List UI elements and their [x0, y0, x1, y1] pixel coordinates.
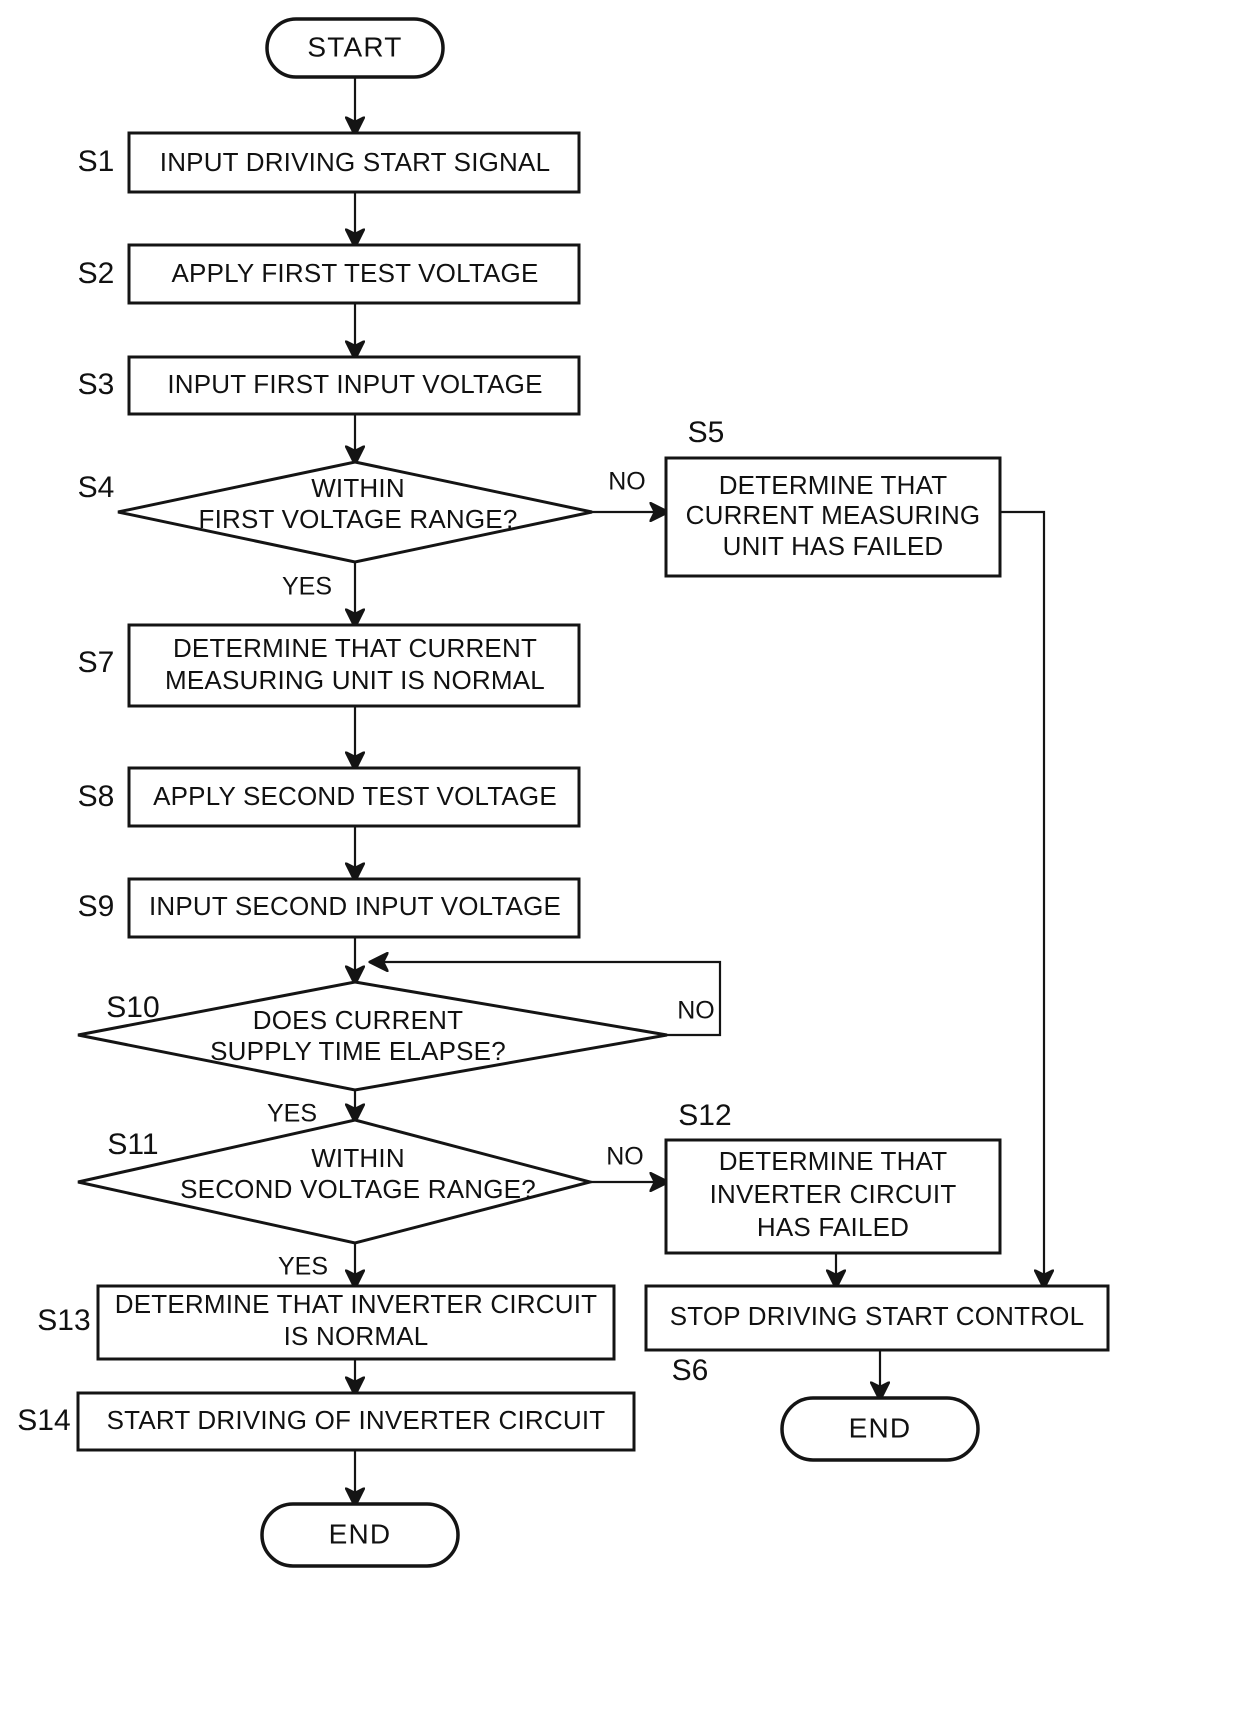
node-s13-label-line2: IS NORMAL [284, 1321, 429, 1351]
node-s4-label-line2: FIRST VOLTAGE RANGE? [199, 504, 518, 534]
edge-label-s11-no: NO [606, 1143, 644, 1171]
flowchart-canvas: START INPUT DRIVING START SIGNAL APPLY F… [17, 17, 1110, 1568]
step-label-s9: S9 [78, 890, 115, 923]
node-s5-label-line1: DETERMINE THAT [719, 470, 948, 500]
node-s9-label: INPUT SECOND INPUT VOLTAGE [149, 891, 561, 921]
step-label-s12: S12 [678, 1099, 731, 1132]
node-s11-label-line2: SECOND VOLTAGE RANGE? [180, 1174, 536, 1204]
node-s12-label-line3: HAS FAILED [757, 1212, 909, 1242]
node-s4-label-line1: WITHIN [311, 473, 405, 503]
step-label-s11: S11 [107, 1128, 158, 1161]
node-start-label: START [307, 31, 402, 62]
node-end-left-label: END [329, 1518, 392, 1549]
step-label-s13: S13 [37, 1304, 90, 1337]
node-s10-label-line1: DOES CURRENT [253, 1005, 463, 1035]
step-label-s4: S4 [78, 471, 115, 504]
edge-label-s4-no: NO [608, 468, 646, 496]
edge-label-s4-yes: YES [282, 573, 332, 601]
step-label-s7: S7 [78, 646, 115, 679]
step-label-s2: S2 [78, 257, 115, 290]
node-s7-label-line1: DETERMINE THAT CURRENT [173, 633, 537, 663]
step-label-s14: S14 [17, 1404, 70, 1437]
edge-s5-to-s6-rail [1000, 510, 1044, 1286]
node-s12-label-line1: DETERMINE THAT [719, 1146, 948, 1176]
node-s14-label: START DRIVING OF INVERTER CIRCUIT [107, 1405, 606, 1435]
node-s13-label-line1: DETERMINE THAT INVERTER CIRCUIT [115, 1289, 597, 1319]
node-end-right-label: END [849, 1412, 912, 1443]
node-s11-label-line1: WITHIN [311, 1143, 405, 1173]
node-s7-label-line2: MEASURING UNIT IS NORMAL [165, 665, 545, 695]
node-s2-label: APPLY FIRST TEST VOLTAGE [172, 258, 539, 288]
step-label-s1: S1 [78, 145, 115, 178]
node-s3-label: INPUT FIRST INPUT VOLTAGE [167, 369, 542, 399]
step-label-s3: S3 [78, 368, 115, 401]
node-s5-label-line3: UNIT HAS FAILED [723, 531, 944, 561]
step-label-s5: S5 [688, 416, 725, 449]
edge-label-s10-yes: YES [267, 1100, 317, 1128]
edge-label-s10-no: NO [677, 997, 715, 1025]
node-s5-label-line2: CURRENT MEASURING [686, 500, 981, 530]
node-s12-label-line2: INVERTER CIRCUIT [710, 1179, 957, 1209]
node-s10-label-line2: SUPPLY TIME ELAPSE? [210, 1036, 506, 1066]
step-label-s10: S10 [106, 991, 159, 1024]
node-s1-label: INPUT DRIVING START SIGNAL [160, 147, 550, 177]
node-s8-label: APPLY SECOND TEST VOLTAGE [153, 781, 557, 811]
flowchart-page: START INPUT DRIVING START SIGNAL APPLY F… [0, 0, 1240, 1719]
node-s6-label: STOP DRIVING START CONTROL [670, 1301, 1085, 1331]
step-label-s6: S6 [672, 1354, 709, 1387]
edge-label-s11-yes: YES [278, 1253, 328, 1281]
step-label-s8: S8 [78, 780, 115, 813]
